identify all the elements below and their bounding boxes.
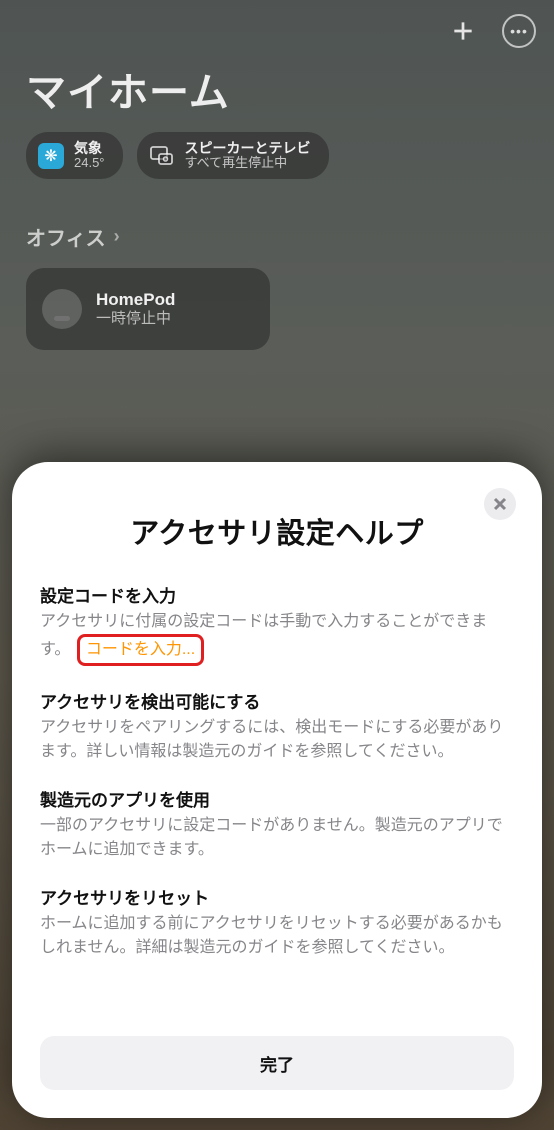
- help-section-discoverable: アクセサリを検出可能にする アクセサリをペアリングするには、検出モードにする必要…: [40, 688, 514, 764]
- accessory-tile-homepod[interactable]: HomePod 一時停止中: [26, 268, 270, 350]
- help-section-manufacturer-app: 製造元のアプリを使用 一部のアクセサリに設定コードがありません。製造元のアプリで…: [40, 786, 514, 862]
- enter-code-link[interactable]: コードを入力...: [86, 641, 195, 658]
- done-button[interactable]: 完了: [40, 1036, 514, 1090]
- weather-icon: ❋: [38, 143, 64, 169]
- tile-title: HomePod: [96, 289, 175, 310]
- section-heading: アクセサリを検出可能にする: [40, 688, 514, 713]
- plus-icon: [450, 18, 476, 44]
- weather-value: 24.5°: [74, 156, 105, 171]
- more-button[interactable]: •••: [502, 14, 536, 48]
- section-body: アクセサリをペアリングするには、検出モードにする必要があります。詳しい情報は製造…: [40, 716, 514, 764]
- homepod-icon: [42, 289, 82, 329]
- help-section-reset: アクセサリをリセット ホームに追加する前にアクセサリをリセットする必要があるかも…: [40, 884, 514, 960]
- help-section-enter-code: 設定コードを入力 アクセサリに付属の設定コードは手動で入力することができます。 …: [40, 582, 514, 666]
- speaker-chip[interactable]: スピーカーとテレビ すべて再生停止中: [137, 132, 329, 179]
- speaker-tv-icon: [149, 143, 175, 169]
- section-body: アクセサリに付属の設定コードは手動で入力することができます。 コードを入力...: [40, 610, 514, 666]
- section-body: ホームに追加する前にアクセサリをリセットする必要があるかもしれません。詳細は製造…: [40, 912, 514, 960]
- sheet-title: アクセサリ設定ヘルプ: [50, 510, 504, 552]
- speaker-label: スピーカーとテレビ: [185, 140, 311, 156]
- speaker-sub: すべて再生停止中: [185, 156, 311, 171]
- help-sheet: アクセサリ設定ヘルプ 設定コードを入力 アクセサリに付属の設定コードは手動で入力…: [12, 462, 542, 1118]
- weather-label: 気象: [74, 140, 105, 156]
- room-name: オフィス: [26, 222, 106, 251]
- chevron-right-icon: ›: [114, 226, 120, 247]
- section-heading: 製造元のアプリを使用: [40, 786, 514, 811]
- section-heading: 設定コードを入力: [40, 582, 514, 607]
- page-title: マイホーム: [26, 60, 230, 118]
- close-icon: [493, 497, 507, 511]
- ellipsis-icon: •••: [510, 23, 528, 39]
- tile-status: 一時停止中: [96, 310, 175, 329]
- close-button[interactable]: [484, 488, 516, 520]
- section-body: 一部のアクセサリに設定コードがありません。製造元のアプリでホームに追加できます。: [40, 814, 514, 862]
- tutorial-highlight: コードを入力...: [77, 634, 204, 666]
- weather-chip[interactable]: ❋ 気象 24.5°: [26, 132, 123, 179]
- add-button[interactable]: [446, 14, 480, 48]
- section-heading: アクセサリをリセット: [40, 884, 514, 909]
- room-section-header[interactable]: オフィス ›: [26, 222, 120, 251]
